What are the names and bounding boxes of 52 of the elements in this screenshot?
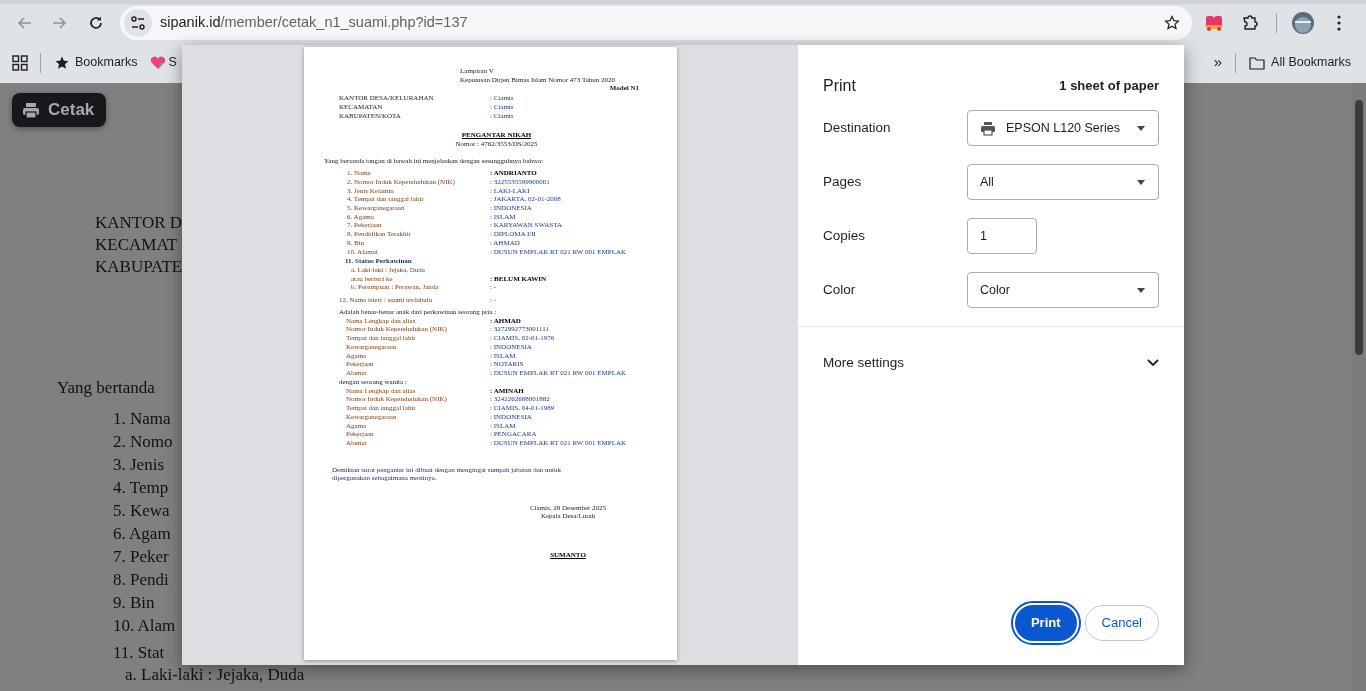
bookmark[interactable]: S — [144, 48, 177, 77]
puzzle-icon[interactable] — [1242, 15, 1258, 31]
cancel-button[interactable]: Cancel — [1084, 605, 1159, 641]
sheet-count: 1 sheet of paper — [1059, 77, 1159, 96]
site-settings-icon[interactable] — [130, 15, 146, 31]
heart-icon — [149, 55, 166, 70]
url-text[interactable]: sipanik.id/member/cetak_n1_suami.php?id=137 — [160, 12, 468, 34]
print-button[interactable]: Cetak — [12, 93, 107, 127]
page-text: KECAMAT — [95, 234, 178, 256]
list-item: 3. Jenis — [113, 454, 164, 476]
printer-icon — [980, 120, 996, 136]
caret-icon — [1136, 178, 1146, 186]
copies-field[interactable]: 1 — [967, 218, 1037, 254]
reload-icon[interactable] — [88, 15, 104, 31]
bookmarks-overflow-button[interactable]: » — [1208, 48, 1228, 77]
page-text: KABUPATE — [95, 256, 183, 278]
dropdown[interactable]: All — [967, 164, 1159, 200]
setting-label: Pages — [823, 172, 863, 191]
caret-icon — [1136, 286, 1146, 294]
list-item: 8. Pendi — [113, 569, 169, 591]
dropdown[interactable]: Color — [967, 272, 1159, 308]
printer-icon — [22, 101, 40, 119]
setting-label: Copies — [823, 226, 867, 245]
list-item: 6. Agam — [113, 523, 171, 545]
list-item: 9. Bin — [113, 592, 155, 614]
dialog-title: Print — [823, 76, 856, 96]
page-text: KANTOR D — [95, 212, 183, 234]
caret-icon — [1136, 124, 1146, 132]
page-text: Yang bertanda — [57, 377, 155, 399]
scrollbar-thumb[interactable] — [1355, 100, 1363, 355]
list-item: 5. Kewa — [113, 500, 170, 522]
setting-label: Destination — [823, 118, 892, 137]
bookmark[interactable]: Bookmarks — [50, 48, 143, 77]
folder-icon — [1249, 55, 1266, 70]
apps-icon[interactable] — [12, 54, 28, 71]
list-item: 10. Alam — [113, 615, 176, 637]
setting-label: Color — [823, 280, 857, 299]
address-bar[interactable]: sipanik.id/member/cetak_n1_suami.php?id=137 — [120, 6, 1192, 40]
section-heading: 11. Stat — [113, 642, 165, 664]
menu-icon[interactable] — [1337, 15, 1341, 31]
destination-select[interactable]: EPSON L120 Series — [967, 110, 1159, 146]
list-item: 1. Nama — [113, 408, 171, 430]
all-bookmarks-button[interactable]: All Bookmarks — [1244, 48, 1356, 77]
avatar-icon[interactable] — [1292, 12, 1314, 34]
star-icon[interactable] — [1164, 15, 1180, 31]
list-item: 2. Nomo — [113, 431, 173, 453]
extension-icon[interactable] — [1204, 14, 1224, 32]
more-settings-toggle[interactable]: More settings — [798, 327, 1184, 399]
star-icon — [55, 55, 69, 70]
list-item: a. Laki-laki : Jejaka, Duda — [125, 664, 305, 686]
list-item: 7. Peker — [113, 546, 169, 568]
list-item: 4. Temp — [113, 477, 169, 499]
